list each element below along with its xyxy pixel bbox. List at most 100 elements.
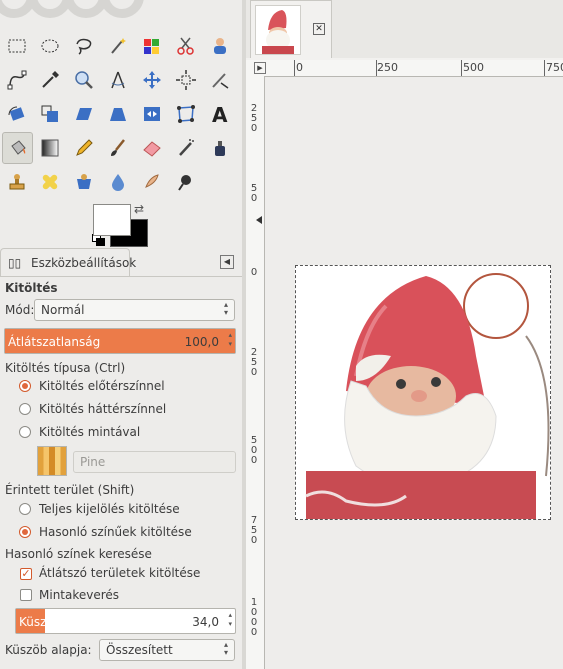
crop-tool[interactable]: [205, 65, 235, 95]
rotate-icon: [8, 106, 25, 121]
threshold-slider[interactable]: Küszöb 34,0 ▴ ▾: [15, 608, 236, 634]
cage-transform-tool[interactable]: [171, 99, 201, 129]
select-by-color-tool[interactable]: [137, 31, 167, 61]
rotate-tool[interactable]: [2, 99, 32, 129]
perspective-icon: [110, 108, 126, 121]
eraser-icon: [143, 141, 161, 157]
alignment-tool[interactable]: [171, 65, 201, 95]
stamp-icon: [9, 174, 25, 190]
fill-pattern-label: Kitöltés mintával: [39, 425, 141, 439]
opacity-slider[interactable]: Átlátszatlanság 100,0 ▴ ▾: [4, 328, 236, 354]
clone-tool[interactable]: [2, 167, 32, 197]
tool-options-icon: ▯▯: [8, 256, 22, 270]
horizontal-ruler[interactable]: ▶ 0 250 500 750: [246, 60, 563, 77]
hruler-label: 750: [546, 61, 563, 74]
fill-bg-radio[interactable]: [19, 403, 31, 415]
tool-options-tab-label: Eszközbeállítások: [31, 256, 137, 270]
fill-pattern-radio[interactable]: [19, 426, 31, 438]
dodge-burn-tool[interactable]: [171, 167, 201, 197]
text-icon: A: [212, 103, 228, 125]
pattern-name-field[interactable]: Pine: [73, 451, 236, 473]
shear-tool[interactable]: [69, 99, 99, 129]
zoom-tool[interactable]: [69, 65, 99, 95]
tool-options-tab[interactable]: ▯▯ Eszközbeállítások: [0, 248, 136, 276]
close-image-icon[interactable]: ✕: [313, 23, 325, 35]
perspective-tool[interactable]: [103, 99, 133, 129]
blend-tool[interactable]: [35, 133, 65, 163]
ink-bottle-icon: [215, 141, 225, 156]
color-select-icon: [144, 39, 159, 54]
color-picker-tool[interactable]: [35, 65, 65, 95]
pencil-tool[interactable]: [69, 133, 99, 163]
ellipse-select-tool[interactable]: [35, 31, 65, 61]
opacity-spin-icon[interactable]: ▴ ▾: [228, 331, 232, 349]
scale-icon: [41, 105, 58, 122]
vruler-label: 0: [250, 367, 258, 378]
mode-combo[interactable]: Normál ▴ ▾: [34, 299, 235, 321]
water-drop-icon: [112, 174, 124, 191]
bucket-fill-tool[interactable]: [2, 132, 33, 164]
pattern-preview[interactable]: [37, 446, 67, 476]
gradient-icon: [41, 139, 59, 157]
image-tab[interactable]: ✕: [250, 0, 332, 58]
threshold-spin-icon[interactable]: ▴ ▾: [228, 611, 232, 629]
rect-select-tool[interactable]: [2, 31, 32, 61]
fill-by-combo[interactable]: Összesített ▴ ▾: [99, 639, 235, 661]
fill-fg-radio[interactable]: [19, 380, 31, 392]
brush-icon: [111, 139, 125, 156]
vruler-label: 0: [250, 193, 258, 204]
blur-tool[interactable]: [103, 167, 133, 197]
affected-area-label: Érintett terület (Shift): [5, 483, 135, 497]
cage-icon: [177, 105, 195, 123]
opacity-value: 100,0: [184, 335, 219, 349]
heal-tool[interactable]: [35, 167, 65, 197]
paths-tool[interactable]: [2, 65, 32, 95]
image-layer[interactable]: [295, 265, 551, 520]
vruler-label: 2: [250, 103, 258, 114]
flip-tool[interactable]: [137, 99, 167, 129]
eraser-tool[interactable]: [137, 133, 167, 163]
combo-arrows-icon: ▴ ▾: [223, 640, 228, 657]
vruler-label: 0: [250, 607, 258, 618]
scissors-select-tool[interactable]: [171, 31, 201, 61]
vruler-label: 0: [250, 445, 258, 456]
vertical-ruler[interactable]: 2 5 0 5 0 0 2 5 0 5 0 0 7 5 0 1 0 0 0: [246, 76, 265, 669]
foreground-color-swatch-front[interactable]: [93, 204, 131, 236]
dock-menu-icon[interactable]: ◀: [220, 255, 234, 269]
vruler-label: 0: [250, 455, 258, 466]
fill-by-value: Összesített: [106, 643, 173, 657]
fill-similar-radio[interactable]: [19, 526, 31, 538]
fuzzy-select-tool[interactable]: [103, 31, 133, 61]
santa-thumbnail-graphic: [262, 10, 294, 54]
flip-icon: [144, 107, 160, 121]
fill-transparent-checkbox[interactable]: ✓: [20, 568, 32, 580]
vruler-label: 0: [250, 617, 258, 628]
move-tool[interactable]: [137, 65, 167, 95]
ink-tool[interactable]: [205, 133, 235, 163]
fill-transparent-label: Átlátszó területek kitöltése: [39, 566, 201, 580]
vruler-label: 7: [250, 515, 258, 526]
fill-selection-label: Teljes kijelölés kitöltése: [39, 502, 180, 516]
vruler-label: 1: [250, 597, 258, 608]
sample-merged-checkbox[interactable]: [20, 589, 32, 601]
vruler-label: 5: [250, 357, 258, 368]
paintbrush-tool[interactable]: [103, 133, 133, 163]
sample-merged-label: Mintakeverés: [39, 588, 120, 602]
airbrush-tool[interactable]: [171, 133, 201, 163]
quick-mask-menu-icon[interactable]: ▶: [254, 62, 266, 74]
wilber-drop-area[interactable]: [0, 0, 242, 30]
free-select-tool[interactable]: [69, 31, 99, 61]
smudge-tool[interactable]: [137, 167, 167, 197]
measure-tool[interactable]: [103, 65, 133, 95]
perspective-clone-tool[interactable]: [69, 167, 99, 197]
fill-selection-radio[interactable]: [19, 503, 31, 515]
opacity-label: Átlátszatlanság: [8, 335, 101, 349]
scale-tool[interactable]: [35, 99, 65, 129]
fill-similar-label: Hasonló színűek kitöltése: [39, 525, 192, 539]
swap-colors-icon[interactable]: ⇄: [134, 202, 144, 216]
foreground-select-tool[interactable]: [205, 31, 235, 61]
compass-icon: [111, 71, 125, 89]
image-window: ✕ ▶ 0 250 500 750 2 5 0 5 0 0 2 5 0 5 0 …: [246, 0, 563, 669]
vruler-label: 0: [250, 627, 258, 638]
text-tool[interactable]: A: [205, 99, 235, 129]
